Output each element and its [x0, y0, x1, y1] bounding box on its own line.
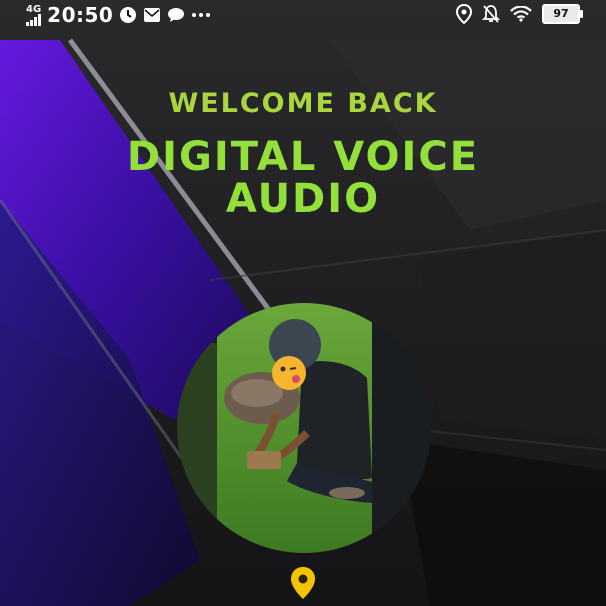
clock-icon	[120, 7, 137, 23]
profile-photo	[177, 303, 431, 553]
clock-time: 20:50	[47, 3, 114, 27]
status-bar-right: 97	[456, 4, 583, 24]
location-icon	[456, 4, 472, 24]
profile-avatar[interactable]	[177, 303, 431, 553]
map-pin-icon[interactable]	[290, 566, 316, 600]
network-type: 4G	[26, 3, 42, 15]
battery-icon: 97	[542, 4, 583, 24]
mail-icon	[144, 8, 161, 22]
app-screen: 4G 20:50 97 WELCOME BACK DIGITAL VOICE A…	[0, 0, 606, 606]
wifi-icon	[510, 6, 532, 22]
app-title-line-2: AUDIO	[225, 176, 381, 222]
battery-level: 97	[553, 7, 569, 20]
welcome-heading: WELCOME BACK	[168, 88, 438, 119]
status-bar: 4G 20:50 97	[0, 0, 606, 30]
status-bar-left: 4G 20:50	[26, 3, 211, 27]
notification-off-icon	[482, 5, 500, 23]
network-indicator: 4G	[26, 3, 42, 26]
chat-icon	[168, 8, 185, 22]
more-dots-icon	[192, 13, 211, 17]
app-title-line-1: DIGITAL VOICE	[126, 134, 480, 180]
signal-bars-icon	[26, 13, 41, 26]
app-title: DIGITAL VOICE AUDIO	[0, 136, 606, 220]
